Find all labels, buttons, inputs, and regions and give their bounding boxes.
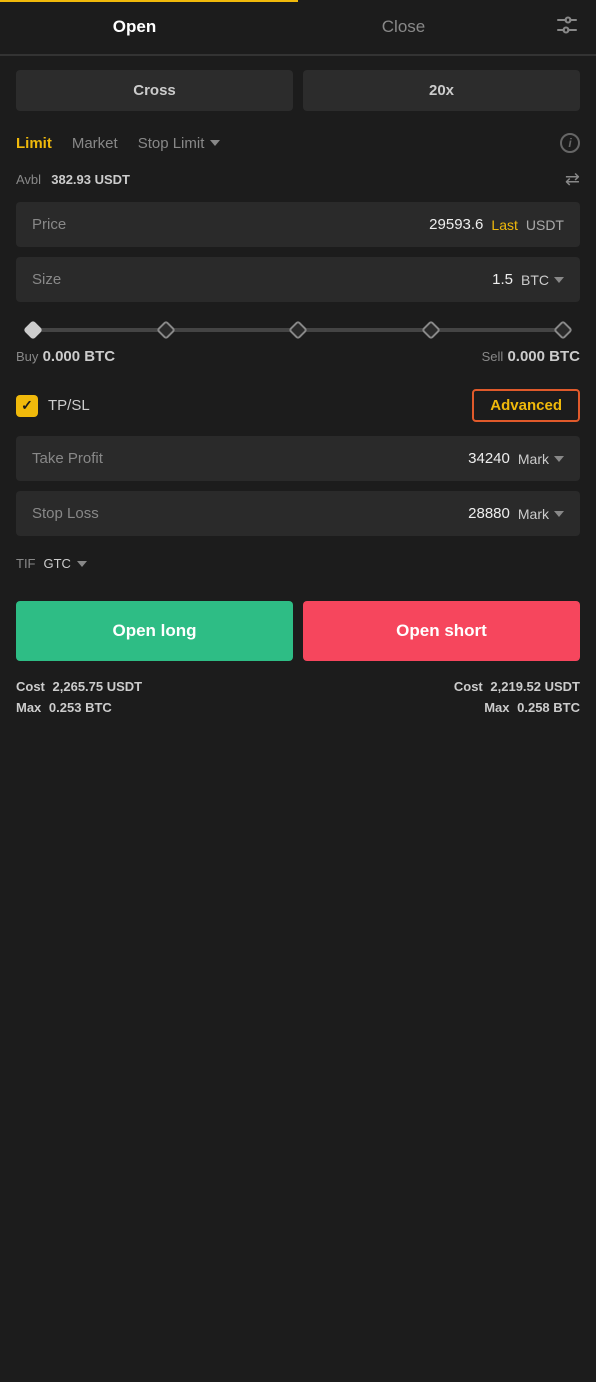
take-profit-label: Take Profit [32,450,103,467]
short-cost-item: Cost 2,219.52 USDT [454,679,580,694]
tpsl-checkbox[interactable]: ✓ [16,395,38,417]
order-type-stop-limit[interactable]: Stop Limit [138,135,221,152]
slider-knob-0[interactable] [23,320,43,340]
tif-chevron-icon [77,561,87,567]
buy-info: Buy 0.000 BTC [16,348,115,365]
advanced-button[interactable]: Advanced [472,389,580,422]
tpsl-row: ✓ TP/SL Advanced [0,381,596,436]
open-long-button[interactable]: Open long [16,601,293,661]
stop-loss-field[interactable]: Stop Loss 28880 Mark [16,491,580,536]
tab-close[interactable]: Close [269,1,538,53]
price-field[interactable]: Price 29593.6 Last USDT [16,202,580,247]
balance-info: Avbl 382.93 USDT [16,171,130,188]
stop-loss-trigger-dropdown[interactable]: Mark [518,506,564,522]
checkmark-icon: ✓ [21,397,33,414]
stop-loss-value-group: 28880 Mark [468,505,564,522]
tab-bar: Open Close [0,0,596,56]
leverage-value-button[interactable]: 20x [303,70,580,111]
short-max-item: Max 0.258 BTC [454,700,580,715]
slider-knob-50[interactable] [288,320,308,340]
take-profit-chevron-icon [554,456,564,462]
price-tag: Last [491,217,517,233]
open-short-button[interactable]: Open short [303,601,580,661]
tpsl-label: TP/SL [48,397,90,414]
info-icon[interactable]: i [560,133,580,153]
take-profit-value: 34240 [468,450,510,467]
cost-row: Cost 2,265.75 USDT Max 0.253 BTC Cost 2,… [0,675,596,719]
order-type-limit[interactable]: Limit [16,135,52,152]
slider-track [26,328,570,332]
stop-loss-value: 28880 [468,505,510,522]
slider-knobs [26,323,570,337]
stop-loss-chevron-icon [554,511,564,517]
size-value: 1.5 [492,271,513,288]
position-slider[interactable] [0,312,596,340]
price-label: Price [32,216,66,233]
long-max-item: Max 0.253 BTC [16,700,142,715]
trading-panel: Open Close Cross 20x Limit Market Stop L… [0,0,596,1382]
short-cost-info: Cost 2,219.52 USDT Max 0.258 BTC [454,679,580,715]
slider-knob-100[interactable] [553,320,573,340]
slider-knob-75[interactable] [421,320,441,340]
long-cost-item: Cost 2,265.75 USDT [16,679,142,694]
slider-knob-25[interactable] [156,320,176,340]
tab-open[interactable]: Open [0,1,269,53]
tif-value-dropdown[interactable]: GTC [44,556,87,571]
price-currency: USDT [526,217,564,233]
leverage-row: Cross 20x [0,56,596,125]
sell-info: Sell 0.000 BTC [482,348,580,365]
take-profit-value-group: 34240 Mark [468,450,564,467]
price-value: 29593.6 [429,216,483,233]
long-cost-info: Cost 2,265.75 USDT Max 0.253 BTC [16,679,142,715]
buy-sell-row: Buy 0.000 BTC Sell 0.000 BTC [0,340,596,381]
stop-loss-label: Stop Loss [32,505,99,522]
transfer-icon[interactable]: ⇄ [565,169,580,190]
tif-row: TIF GTC [0,546,596,591]
order-type-market[interactable]: Market [72,135,118,152]
order-type-row: Limit Market Stop Limit i [0,125,596,165]
stop-limit-chevron-icon [210,140,220,146]
take-profit-trigger-dropdown[interactable]: Mark [518,451,564,467]
action-buttons-row: Open long Open short [0,591,596,675]
price-value-group: 29593.6 Last USDT [429,216,564,233]
size-field[interactable]: Size 1.5 BTC [16,257,580,302]
size-currency-dropdown[interactable]: BTC [521,272,564,288]
size-value-group: 1.5 BTC [492,271,564,288]
size-label: Size [32,271,61,288]
size-currency-chevron-icon [554,277,564,283]
settings-button[interactable] [538,0,596,54]
cross-button[interactable]: Cross [16,70,293,111]
tpsl-left: ✓ TP/SL [16,395,90,417]
balance-row: Avbl 382.93 USDT ⇄ [0,165,596,202]
tif-label: TIF [16,556,36,571]
take-profit-field[interactable]: Take Profit 34240 Mark [16,436,580,481]
